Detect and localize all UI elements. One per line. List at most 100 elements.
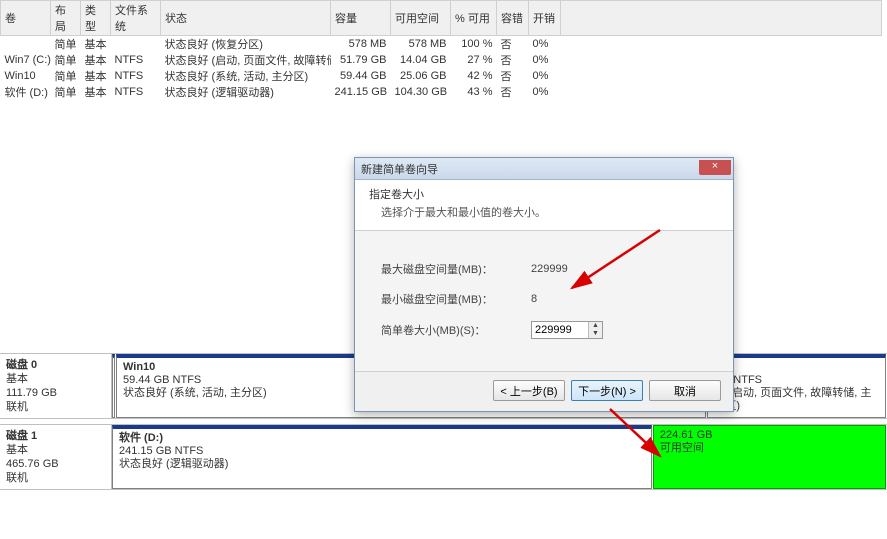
table-row[interactable]: 简单基本状态良好 (恢复分区)578 MB578 MB100 %否0%	[1, 36, 882, 53]
dialog-titlebar[interactable]: 新建简单卷向导 ×	[355, 158, 733, 180]
disk1-part-d[interactable]: 软件 (D:) 241.15 GB NTFS 状态良好 (逻辑驱动器)	[112, 425, 652, 489]
disk1-state: 联机	[6, 471, 105, 485]
cell-cap: 241.15 GB	[331, 84, 391, 100]
disk1-info[interactable]: 磁盘 1 基本 465.76 GB 联机	[0, 425, 112, 489]
back-button[interactable]: < 上一步(B)	[493, 380, 565, 401]
cell-pct: 42 %	[451, 68, 497, 84]
col-capacity[interactable]: 容量	[331, 1, 391, 36]
cell-layout: 简单	[51, 36, 81, 53]
cell-cap: 578 MB	[331, 36, 391, 53]
close-icon: ×	[712, 160, 718, 172]
table-row[interactable]: Win10简单基本NTFS状态良好 (系统, 活动, 主分区)59.44 GB2…	[1, 68, 882, 84]
cell-vol: Win10	[1, 68, 51, 84]
cell-vol: 软件 (D:)	[1, 84, 51, 100]
volume-table: 卷 布局 类型 文件系统 状态 容量 可用空间 % 可用 容错 开销 简单基本状…	[0, 0, 882, 100]
spinner-up-icon[interactable]: ▲	[589, 322, 602, 330]
cell-free: 104.30 GB	[391, 84, 451, 100]
min-space-label: 最小磁盘空间量(MB)：	[381, 291, 531, 307]
part-line2: GB NTFS	[714, 374, 879, 387]
dialog-buttons: < 上一步(B) 下一步(N) > 取消	[355, 371, 733, 411]
part-line3: 好 (启动, 页面文件, 故障转储, 主分区)	[714, 387, 879, 413]
cell-layout: 简单	[51, 84, 81, 100]
col-pct[interactable]: % 可用	[451, 1, 497, 36]
part-name: (C:)	[714, 361, 879, 374]
disk1-type: 基本	[6, 443, 105, 457]
disk0-info[interactable]: 磁盘 0 基本 111.79 GB 联机	[0, 354, 112, 418]
cell-fs: NTFS	[111, 68, 161, 84]
col-overhead[interactable]: 开销	[529, 1, 561, 36]
new-simple-volume-wizard-dialog: 新建简单卷向导 × 指定卷大小 选择介于最大和最小值的卷大小。 最大磁盘空间量(…	[354, 157, 734, 412]
cell-status: 状态良好 (恢复分区)	[161, 36, 331, 53]
cell-fault: 否	[497, 68, 529, 84]
dialog-body: 最大磁盘空间量(MB)： 229999 最小磁盘空间量(MB)： 8 简单卷大小…	[355, 231, 733, 371]
cell-pct: 100 %	[451, 36, 497, 53]
part-line3: 可用空间	[660, 442, 879, 455]
max-space-label: 最大磁盘空间量(MB)：	[381, 261, 531, 277]
cell-pct: 27 %	[451, 52, 497, 68]
col-type[interactable]: 类型	[81, 1, 111, 36]
disk0-size: 111.79 GB	[6, 386, 105, 400]
max-space-value: 229999	[531, 263, 568, 275]
cell-ov: 0%	[529, 84, 561, 100]
part-name: 软件 (D:)	[119, 432, 645, 445]
min-space-value: 8	[531, 293, 537, 305]
part-line2: 224.61 GB	[660, 429, 879, 442]
col-fault[interactable]: 容错	[497, 1, 529, 36]
cell-fs	[111, 36, 161, 53]
cell-vol: Win7 (C:)	[1, 52, 51, 68]
disk0-part-c[interactable]: (C:) GB NTFS 好 (启动, 页面文件, 故障转储, 主分区)	[707, 354, 886, 418]
cell-vol	[1, 36, 51, 53]
disk0-title: 磁盘 0	[6, 358, 105, 372]
disk0-state: 联机	[6, 400, 105, 414]
dialog-title-text: 新建简单卷向导	[361, 161, 438, 177]
cell-cap: 59.44 GB	[331, 68, 391, 84]
disk1-partitions: 软件 (D:) 241.15 GB NTFS 状态良好 (逻辑驱动器) 224.…	[112, 425, 887, 489]
table-header-row: 卷 布局 类型 文件系统 状态 容量 可用空间 % 可用 容错 开销	[1, 1, 882, 36]
cell-cap: 51.79 GB	[331, 52, 391, 68]
cell-fault: 否	[497, 52, 529, 68]
cell-status: 状态良好 (系统, 活动, 主分区)	[161, 68, 331, 84]
volume-size-spinner: ▲ ▼	[531, 321, 603, 339]
cancel-button[interactable]: 取消	[649, 380, 721, 401]
field-min-space: 最小磁盘空间量(MB)： 8	[381, 291, 707, 307]
col-layout[interactable]: 布局	[51, 1, 81, 36]
volume-size-label: 简单卷大小(MB)(S)：	[381, 322, 531, 338]
disk1-part-free[interactable]: 224.61 GB 可用空间	[653, 425, 886, 489]
cell-fault: 否	[497, 84, 529, 100]
col-status[interactable]: 状态	[161, 1, 331, 36]
close-button[interactable]: ×	[699, 160, 731, 175]
cell-status: 状态良好 (逻辑驱动器)	[161, 84, 331, 100]
cell-free: 578 MB	[391, 36, 451, 53]
dialog-header: 指定卷大小 选择介于最大和最小值的卷大小。	[355, 180, 733, 231]
cell-fault: 否	[497, 36, 529, 53]
col-spacer	[561, 1, 882, 36]
dialog-subheading: 选择介于最大和最小值的卷大小。	[369, 202, 719, 220]
cell-type: 基本	[81, 36, 111, 53]
cell-free: 14.04 GB	[391, 52, 451, 68]
col-volume[interactable]: 卷	[1, 1, 51, 36]
col-free[interactable]: 可用空间	[391, 1, 451, 36]
next-button[interactable]: 下一步(N) >	[571, 380, 643, 401]
cell-type: 基本	[81, 68, 111, 84]
field-max-space: 最大磁盘空间量(MB)： 229999	[381, 261, 707, 277]
cell-ov: 0%	[529, 36, 561, 53]
cell-status: 状态良好 (启动, 页面文件, 故障转储, 主分区)	[161, 52, 331, 68]
cell-layout: 简单	[51, 68, 81, 84]
disk0-reserved[interactable]	[112, 354, 115, 418]
cell-pct: 43 %	[451, 84, 497, 100]
table-row[interactable]: Win7 (C:)简单基本NTFS状态良好 (启动, 页面文件, 故障转储, 主…	[1, 52, 882, 68]
cell-fs: NTFS	[111, 52, 161, 68]
part-line2: 241.15 GB NTFS	[119, 445, 645, 458]
table-row[interactable]: 软件 (D:)简单基本NTFS状态良好 (逻辑驱动器)241.15 GB104.…	[1, 84, 882, 100]
cell-free: 25.06 GB	[391, 68, 451, 84]
part-line3: 状态良好 (逻辑驱动器)	[119, 458, 645, 471]
disk0-type: 基本	[6, 372, 105, 386]
cell-type: 基本	[81, 84, 111, 100]
volume-size-input[interactable]	[532, 322, 588, 338]
spinner-down-icon[interactable]: ▼	[589, 330, 602, 338]
field-volume-size: 简单卷大小(MB)(S)： ▲ ▼	[381, 321, 707, 339]
cell-layout: 简单	[51, 52, 81, 68]
col-fs[interactable]: 文件系统	[111, 1, 161, 36]
disk1-size: 465.76 GB	[6, 457, 105, 471]
cell-ov: 0%	[529, 68, 561, 84]
